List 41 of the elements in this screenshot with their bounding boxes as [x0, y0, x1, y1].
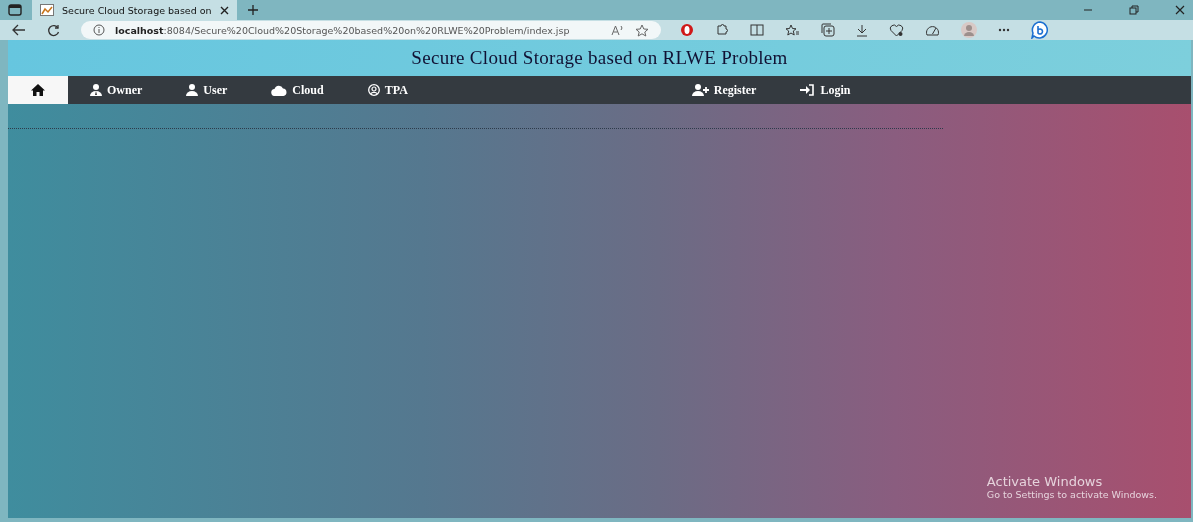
- restore-icon[interactable]: [1129, 5, 1139, 15]
- chat-icon[interactable]: [1031, 21, 1049, 39]
- tab-actions-icon[interactable]: [8, 4, 22, 16]
- home-icon: [31, 84, 45, 96]
- more-icon[interactable]: [998, 28, 1010, 32]
- nav-link[interactable]: Owner: [68, 76, 165, 104]
- refresh-icon[interactable]: [47, 23, 60, 37]
- user-tie-icon: [90, 84, 102, 96]
- performance-icon[interactable]: [925, 23, 940, 37]
- extension-icon[interactable]: [715, 23, 729, 37]
- user-circle-icon: [367, 84, 380, 96]
- back-icon[interactable]: [12, 24, 26, 36]
- favorites-icon[interactable]: [785, 23, 800, 37]
- home-link[interactable]: [8, 76, 68, 104]
- user-icon: [186, 84, 199, 96]
- address-field[interactable]: localhost:8084/Secure%20Cloud%20Storage%20based%20on%20RLWE%20Problem/index.jsp: [81, 21, 661, 39]
- read-aloud-icon[interactable]: [611, 24, 625, 36]
- star-icon[interactable]: [635, 23, 649, 37]
- page-title: Secure Cloud Storage based on RLWE Problem: [411, 47, 788, 69]
- close-icon[interactable]: [1175, 5, 1185, 15]
- cloud-icon: [271, 84, 288, 96]
- favicon-icon: [40, 4, 54, 16]
- nav-link[interactable]: TPA: [345, 76, 430, 104]
- heart-icon[interactable]: [889, 23, 904, 37]
- nav-link[interactable]: Register: [669, 76, 779, 104]
- tab-title: Secure Cloud Storage based on: [62, 4, 212, 16]
- user-plus-icon: [691, 84, 709, 96]
- opera-icon[interactable]: [680, 23, 694, 37]
- collections-icon[interactable]: [821, 23, 835, 37]
- nav-link[interactable]: Cloud: [249, 76, 346, 104]
- sign-in-icon: [800, 84, 816, 96]
- notice-text: Go to Settings to activate Windows.: [986, 489, 1157, 500]
- notice-title: Activate Windows: [986, 474, 1104, 489]
- new-tab-icon[interactable]: [247, 4, 259, 16]
- download-icon[interactable]: [856, 23, 868, 37]
- nav-link[interactable]: User: [164, 76, 250, 104]
- browser-tab[interactable]: Secure Cloud Storage based on: [32, 0, 237, 20]
- close-icon[interactable]: [220, 5, 229, 15]
- info-icon: [93, 24, 105, 36]
- nav-link[interactable]: Login: [778, 76, 873, 104]
- split-screen-icon[interactable]: [750, 24, 764, 36]
